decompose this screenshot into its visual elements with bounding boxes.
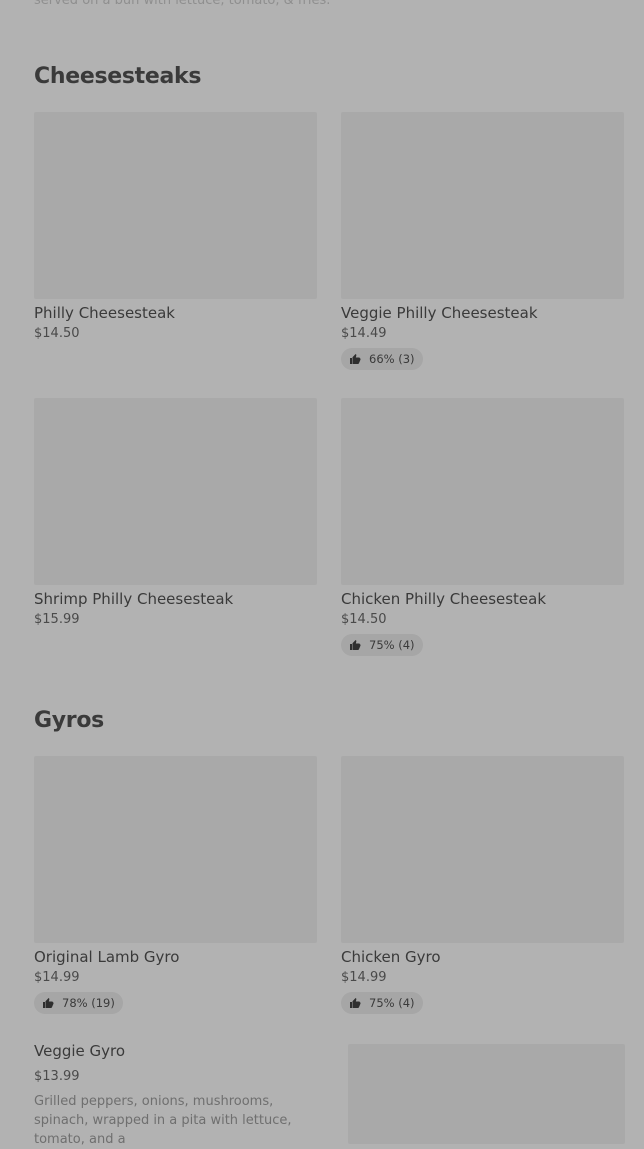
menu-item-card[interactable]: Veggie Philly Cheesesteak $14.49 66% (3) <box>341 112 624 370</box>
previous-item-description: served on a bun with lettuce, tomato, & … <box>34 0 331 8</box>
item-image <box>341 112 624 299</box>
section-title-cheesesteaks: Cheesesteaks <box>34 64 202 89</box>
thumbs-up-icon <box>43 998 54 1008</box>
rating-text: 78% (19) <box>62 996 115 1010</box>
section-title-gyros: Gyros <box>34 708 104 733</box>
menu-item-card[interactable]: Philly Cheesesteak $14.50 <box>34 112 317 341</box>
item-image[interactable] <box>348 1044 625 1144</box>
thumbs-up-icon <box>350 640 361 650</box>
item-image <box>341 398 624 585</box>
item-image <box>34 756 317 943</box>
item-name: Chicken Philly Cheesesteak <box>341 590 547 608</box>
rating-badge: 78% (19) <box>34 992 123 1014</box>
item-price: $15.99 <box>34 612 80 627</box>
menu-item-card[interactable]: Chicken Gyro $14.99 75% (4) <box>341 756 624 1014</box>
item-price: $14.49 <box>341 326 387 341</box>
item-image <box>341 756 624 943</box>
menu-item-card[interactable]: Shrimp Philly Cheesesteak $15.99 <box>34 398 317 627</box>
thumbs-up-icon <box>350 998 361 1008</box>
menu-item-card[interactable]: Original Lamb Gyro $14.99 78% (19) <box>34 756 317 1014</box>
item-name: Veggie Gyro <box>34 1042 126 1060</box>
rating-text: 75% (4) <box>369 638 415 652</box>
item-description: Grilled peppers, onions, mushrooms, spin… <box>34 1094 292 1147</box>
item-name: Original Lamb Gyro <box>34 948 180 966</box>
rating-badge: 75% (4) <box>341 992 423 1014</box>
item-price: $13.99 <box>34 1069 80 1084</box>
item-name: Veggie Philly Cheesesteak <box>341 304 538 322</box>
item-price: $14.50 <box>34 326 80 341</box>
thumbs-up-icon <box>350 354 361 364</box>
rating-text: 75% (4) <box>369 996 415 1010</box>
item-price: $14.99 <box>341 970 387 985</box>
menu-item-card[interactable]: Chicken Philly Cheesesteak $14.50 75% (4… <box>341 398 624 656</box>
rating-badge: 75% (4) <box>341 634 423 656</box>
menu-list-item[interactable]: Veggie Gyro $13.99 Grilled peppers, onio… <box>34 1042 334 1149</box>
item-name: Philly Cheesesteak <box>34 304 175 322</box>
item-image <box>34 112 317 299</box>
item-price: $14.99 <box>34 970 80 985</box>
rating-badge: 66% (3) <box>341 348 423 370</box>
rating-text: 66% (3) <box>369 352 415 366</box>
item-image <box>34 398 317 585</box>
item-price: $14.50 <box>341 612 387 627</box>
item-name: Chicken Gyro <box>341 948 441 966</box>
item-name: Shrimp Philly Cheesesteak <box>34 590 234 608</box>
